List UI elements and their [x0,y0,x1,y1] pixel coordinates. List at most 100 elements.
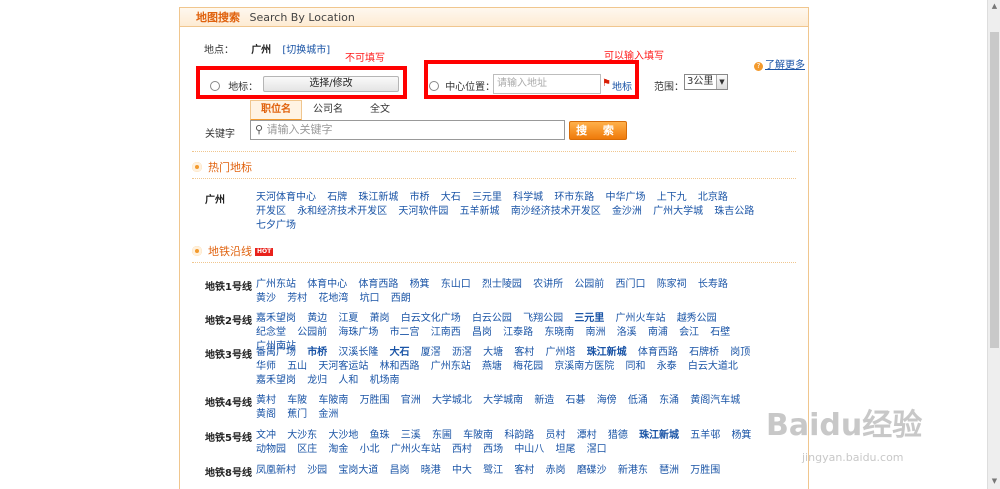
metro-station-link[interactable]: 三溪 [401,430,421,441]
metro-station-link[interactable]: 越秀公园 [677,313,717,324]
metro-station-link[interactable]: 龙归 [307,375,327,386]
landmark-link[interactable]: 七夕广场 [256,220,296,231]
metro-station-link[interactable]: 黄村 [256,395,276,406]
metro-station-link[interactable]: 市二宫 [390,327,420,338]
landmark-link[interactable]: 开发区 [256,206,286,217]
metro-station-link[interactable]: 坦尾 [556,444,576,455]
metro-station-link[interactable]: 广州火车站 [616,313,666,324]
metro-station-link[interactable]: 体育西路 [638,347,678,358]
metro-station-link[interactable]: 车陂 [287,395,307,406]
metro-station-link[interactable]: 黄阁汽车城 [690,395,740,406]
landmark-link[interactable]: 市桥 [410,192,430,203]
metro-station-link[interactable]: 车陂南 [318,395,348,406]
metro-station-link[interactable]: 杨箕 [731,430,751,441]
tab-company[interactable]: 公司名 [302,100,354,120]
metro-station-link[interactable]: 人和 [338,375,358,386]
search-button[interactable]: 搜 索 [569,121,627,140]
metro-station-link[interactable]: 磨碟沙 [577,465,607,476]
select-modify-button[interactable]: 选择/修改 [263,76,399,92]
landmark-link[interactable]: 天河软件园 [398,206,448,217]
metro-station-link[interactable]: 梅花园 [513,361,543,372]
metro-station-link[interactable]: 华师 [256,361,276,372]
metro-station-link[interactable]: 长寿路 [698,279,728,290]
metro-station-link[interactable]: 烈士陵园 [482,279,522,290]
metro-station-link[interactable]: 西村 [452,444,472,455]
metro-station-link[interactable]: 昌岗 [472,327,492,338]
metro-station-link[interactable]: 五山 [287,361,307,372]
metro-station-link[interactable]: 番禺广场 [256,347,296,358]
landmark-link[interactable]: 金沙洲 [612,206,642,217]
metro-station-link[interactable]: 官洲 [401,395,421,406]
metro-station-link[interactable]: 动物园 [256,444,286,455]
metro-station-link[interactable]: 沙园 [307,465,327,476]
metro-station-link[interactable]: 花地湾 [318,293,348,304]
landmark-link[interactable]: 珠吉公路 [714,206,754,217]
landmark-link[interactable]: 永和经济技术开发区 [297,206,387,217]
metro-station-link[interactable]: 大石 [390,347,410,358]
metro-station-link[interactable]: 汉溪长隆 [338,347,378,358]
metro-station-link[interactable]: 白云公园 [472,313,512,324]
metro-station-link[interactable]: 东晓南 [544,327,574,338]
metro-station-link[interactable]: 赤岗 [546,465,566,476]
metro-station-link[interactable]: 大塘 [483,347,503,358]
metro-station-link[interactable]: 江南西 [431,327,461,338]
metro-station-link[interactable]: 南浦 [648,327,668,338]
metro-station-link[interactable]: 体育西路 [358,279,398,290]
landmark-pin-link[interactable]: 地标 [612,78,632,93]
center-radio[interactable] [429,80,439,91]
metro-station-link[interactable]: 大学城南 [483,395,523,406]
landmark-link[interactable]: 五羊新城 [460,206,500,217]
metro-station-link[interactable]: 西门口 [616,279,646,290]
metro-station-link[interactable]: 海珠广场 [338,327,378,338]
metro-station-link[interactable]: 大学城北 [432,395,472,406]
metro-station-link[interactable]: 广州东站 [431,361,471,372]
metro-station-link[interactable]: 纪念堂 [256,327,286,338]
metro-station-link[interactable]: 车陂南 [463,430,493,441]
keyword-input[interactable]: ⚲ 请输入关键字 [250,120,565,140]
landmark-link[interactable]: 石牌 [327,192,347,203]
metro-station-link[interactable]: 江夏 [338,313,358,324]
metro-station-link[interactable]: 区庄 [297,444,317,455]
metro-station-link[interactable]: 潭村 [577,430,597,441]
metro-station-link[interactable]: 鹭江 [483,465,503,476]
metro-station-link[interactable]: 东圃 [432,430,452,441]
metro-station-link[interactable]: 农讲所 [533,279,563,290]
metro-station-link[interactable]: 白云大道北 [688,361,738,372]
map-pin-icon[interactable]: ⚑ [602,78,611,89]
metro-station-link[interactable]: 广州火车站 [391,444,441,455]
metro-station-link[interactable]: 西朗 [391,293,411,304]
metro-station-link[interactable]: 嘉禾望岗 [256,375,296,386]
metro-station-link[interactable]: 西场 [483,444,503,455]
metro-station-link[interactable]: 低涌 [628,395,648,406]
metro-station-link[interactable]: 文冲 [256,430,276,441]
metro-station-link[interactable]: 天河客运站 [318,361,368,372]
metro-station-link[interactable]: 员村 [546,430,566,441]
landmark-radio[interactable] [210,80,220,91]
metro-station-link[interactable]: 体育中心 [307,279,347,290]
metro-station-link[interactable]: 岗顶 [730,347,750,358]
metro-station-link[interactable]: 嘉禾望岗 [256,313,296,324]
metro-station-link[interactable]: 京溪南方医院 [554,361,614,372]
metro-station-link[interactable]: 万胜围 [360,395,390,406]
scroll-down-icon[interactable]: ▼ [990,477,999,487]
scroll-up-icon[interactable]: ▲ [990,2,999,12]
metro-station-link[interactable]: 金洲 [318,409,338,420]
metro-station-link[interactable]: 公园前 [574,279,604,290]
metro-station-link[interactable]: 黄阁 [256,409,276,420]
center-address-input[interactable]: 请输入地址 [493,74,601,94]
metro-station-link[interactable]: 同和 [626,361,646,372]
metro-station-link[interactable]: 淘金 [328,444,348,455]
landmark-link[interactable]: 广州大学城 [653,206,703,217]
metro-station-link[interactable]: 凤凰新村 [256,465,296,476]
metro-station-link[interactable]: 滘口 [587,444,607,455]
metro-station-link[interactable]: 厦滘 [421,347,441,358]
metro-station-link[interactable]: 杨箕 [410,279,430,290]
metro-station-link[interactable]: 中大 [452,465,472,476]
metro-station-link[interactable]: 洛溪 [617,327,637,338]
landmark-link[interactable]: 大石 [441,192,461,203]
landmark-link[interactable]: 南沙经济技术开发区 [511,206,601,217]
metro-station-link[interactable]: 黄边 [307,313,327,324]
learn-more-link[interactable]: ? 了解更多 [754,56,805,71]
metro-station-link[interactable]: 沥滘 [452,347,472,358]
metro-station-link[interactable]: 小北 [360,444,380,455]
